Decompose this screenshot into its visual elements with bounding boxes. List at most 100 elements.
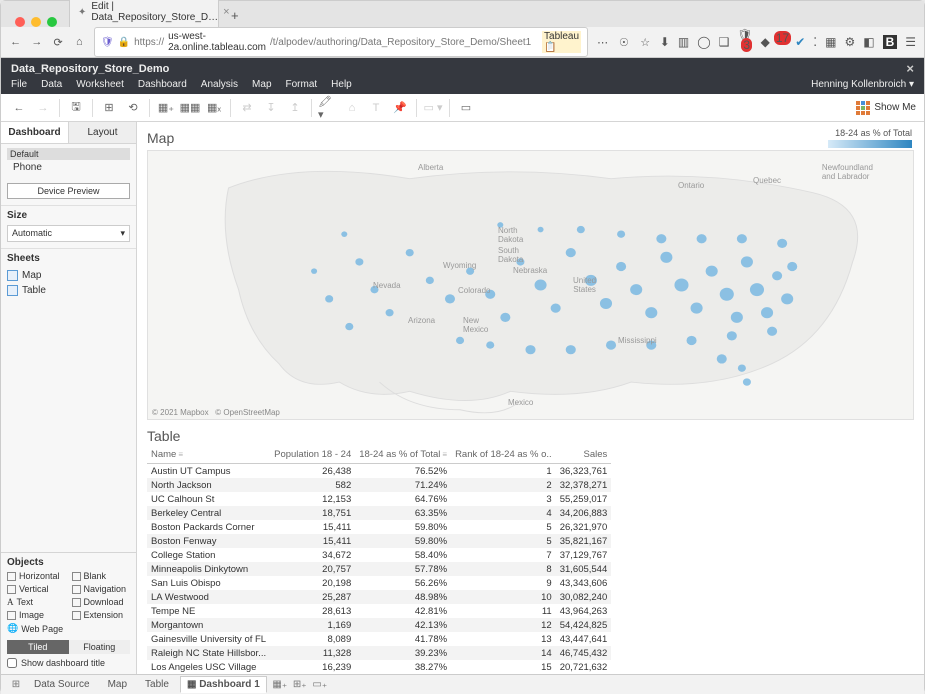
obj-image[interactable]: Image xyxy=(7,610,66,620)
labels-button[interactable]: T xyxy=(366,98,386,118)
clear-button[interactable]: ▦ₓ xyxy=(204,98,224,118)
table-row[interactable]: LA Westwood25,28748.98%1030,082,240 xyxy=(147,590,611,604)
back-button[interactable]: ← xyxy=(9,34,22,50)
duplicate-button[interactable]: ▦▦ xyxy=(180,98,200,118)
obj-navigation[interactable]: Navigation xyxy=(72,584,131,594)
window-close-icon[interactable] xyxy=(15,17,25,27)
obj-blank[interactable]: Blank xyxy=(72,571,131,581)
sheet-map[interactable]: Map xyxy=(7,268,130,283)
new-data-button[interactable]: ⊞ xyxy=(99,98,119,118)
obj-download[interactable]: Download xyxy=(72,597,131,607)
presentation-button[interactable]: ▭ xyxy=(456,98,476,118)
obj-horizontal[interactable]: Horizontal xyxy=(7,571,66,581)
table-row[interactable]: UC Calhoun St12,15364.76%355,259,017 xyxy=(147,492,611,506)
table-row[interactable]: Tempe NE28,61342.81%1143,964,263 xyxy=(147,604,611,618)
workbook-close-icon[interactable]: × xyxy=(906,61,914,76)
table-row[interactable]: Minneapolis Dinkytown20,75757.78%831,605… xyxy=(147,562,611,576)
fit-button[interactable]: ▭ ▾ xyxy=(423,98,443,118)
device-phone[interactable]: Phone xyxy=(7,162,130,173)
datasource-tab[interactable]: Data Source xyxy=(27,676,97,693)
reload-button[interactable]: ⟳ xyxy=(51,34,64,50)
floating-button[interactable]: Floating xyxy=(69,640,131,654)
col-rank[interactable]: Rank of 18-24 as % o.. xyxy=(451,446,556,464)
sort-desc-button[interactable]: ↥ xyxy=(285,98,305,118)
shield-ext-icon[interactable]: 🛡3 xyxy=(737,28,752,56)
device-default[interactable]: Default xyxy=(7,148,130,160)
show-title-input[interactable] xyxy=(7,658,17,668)
b-ext-icon[interactable]: B xyxy=(883,35,898,49)
user-menu[interactable]: Henning Kollenbroich ▾ xyxy=(811,79,914,90)
show-title-checkbox[interactable]: Show dashboard title xyxy=(7,658,130,668)
grid-ext-icon[interactable]: ▦ xyxy=(825,35,836,49)
new-story-icon[interactable]: ▭₊ xyxy=(313,678,327,692)
col-pct[interactable]: 18-24 as % of Total≡ xyxy=(355,446,451,464)
adblock-ext-icon[interactable]: ◆17 xyxy=(761,35,788,49)
sort-asc-button[interactable]: ↧ xyxy=(261,98,281,118)
fix-axis-button[interactable]: 📌 xyxy=(390,98,410,118)
menu-worksheet[interactable]: Worksheet xyxy=(76,79,124,90)
new-worksheet-icon[interactable]: ▦₊ xyxy=(273,678,287,692)
menu-map[interactable]: Map xyxy=(252,79,271,90)
dashboard-tab[interactable]: ▦ Dashboard 1 xyxy=(180,676,267,693)
group-button[interactable]: ⌂ xyxy=(342,98,362,118)
sheet-table[interactable]: Table xyxy=(7,283,130,298)
reader-icon[interactable]: ☉ xyxy=(617,34,630,50)
vpn-ext-icon[interactable]: ✔ xyxy=(795,35,805,49)
table-row[interactable]: Berkeley Central18,75163.35%434,206,883 xyxy=(147,506,611,520)
refresh-data-button[interactable]: ⟲ xyxy=(123,98,143,118)
highlight-button[interactable]: 🖍 ▾ xyxy=(318,98,338,118)
window-minimize-icon[interactable] xyxy=(31,17,41,27)
tab-dashboard[interactable]: Dashboard xyxy=(1,122,69,143)
table-row[interactable]: Austin UT Campus26,43876.52%136,323,761 xyxy=(147,464,611,479)
browser-tab[interactable]: ✦ Edit | Data_Repository_Store_D… × xyxy=(69,0,219,27)
new-dashboard-icon[interactable]: ⊞₊ xyxy=(293,678,307,692)
sheet-tab-table[interactable]: Table xyxy=(138,676,176,693)
library-icon[interactable]: ▥ xyxy=(678,35,689,49)
tiled-button[interactable]: Tiled xyxy=(7,640,69,654)
dots-icon[interactable]: ⁚ xyxy=(813,35,817,49)
redo-button[interactable]: → xyxy=(33,98,53,118)
devtools-icon[interactable]: ❑ xyxy=(719,35,730,49)
datasource-icon[interactable]: ⊞ xyxy=(9,678,23,692)
bookmark-icon[interactable]: ☆ xyxy=(639,34,652,50)
download-icon[interactable]: ⬇ xyxy=(660,35,670,49)
table-row[interactable]: Morgantown1,16942.13%1254,424,825 xyxy=(147,618,611,632)
menu-dashboard[interactable]: Dashboard xyxy=(138,79,187,90)
table-row[interactable]: Raleigh NC State Hillsbor...11,32839.23%… xyxy=(147,646,611,660)
table-row[interactable]: College Station34,67258.40%737,129,767 xyxy=(147,548,611,562)
data-table[interactable]: Name≡ Population 18 - 24 18-24 as % of T… xyxy=(147,446,611,674)
menu-data[interactable]: Data xyxy=(41,79,62,90)
obj-vertical[interactable]: Vertical xyxy=(7,584,66,594)
settings-ext-icon[interactable]: ⚙ xyxy=(844,35,855,49)
sheet-tab-map[interactable]: Map xyxy=(101,676,134,693)
table-row[interactable]: Boston Fenway15,41159.80%535,821,167 xyxy=(147,534,611,548)
home-button[interactable]: ⌂ xyxy=(73,34,86,50)
show-me-button[interactable]: Show Me xyxy=(856,101,916,115)
menu-file[interactable]: File xyxy=(11,79,27,90)
obj-webpage[interactable]: 🌐Web Page xyxy=(7,623,66,634)
size-select[interactable]: Automatic▾ xyxy=(7,225,130,242)
new-sheet-button[interactable]: ▦₊ xyxy=(156,98,176,118)
obj-text[interactable]: AText xyxy=(7,597,66,607)
col-pop[interactable]: Population 18 - 24 xyxy=(270,446,355,464)
obj-extension[interactable]: Extension xyxy=(72,610,131,620)
table-row[interactable]: Gainesville University of FL8,08941.78%1… xyxy=(147,632,611,646)
swap-button[interactable]: ⇄ xyxy=(237,98,257,118)
tab-layout[interactable]: Layout xyxy=(69,122,136,143)
col-sales[interactable]: Sales xyxy=(556,446,612,464)
map-viz[interactable]: Alberta Ontario Quebec Newfoundland and … xyxy=(147,150,914,420)
table-row[interactable]: Los Angeles USC Village16,23938.27%1520,… xyxy=(147,660,611,674)
col-name[interactable]: Name≡ xyxy=(147,446,270,464)
save-button[interactable]: 🖫 xyxy=(66,98,86,118)
menu-help[interactable]: Help xyxy=(331,79,352,90)
hamburger-icon[interactable]: ☰ xyxy=(905,35,916,49)
new-tab-button[interactable]: + xyxy=(223,4,247,27)
menu-format[interactable]: Format xyxy=(286,79,318,90)
window-zoom-icon[interactable] xyxy=(47,17,57,27)
undo-button[interactable]: ← xyxy=(9,98,29,118)
forward-button[interactable]: → xyxy=(30,34,43,50)
account-icon[interactable]: ◯ xyxy=(697,35,710,49)
table-row[interactable]: North Jackson58271.24%232,378,271 xyxy=(147,478,611,492)
table-row[interactable]: Boston Packards Corner15,41159.80%526,32… xyxy=(147,520,611,534)
device-preview-button[interactable]: Device Preview xyxy=(7,183,130,199)
